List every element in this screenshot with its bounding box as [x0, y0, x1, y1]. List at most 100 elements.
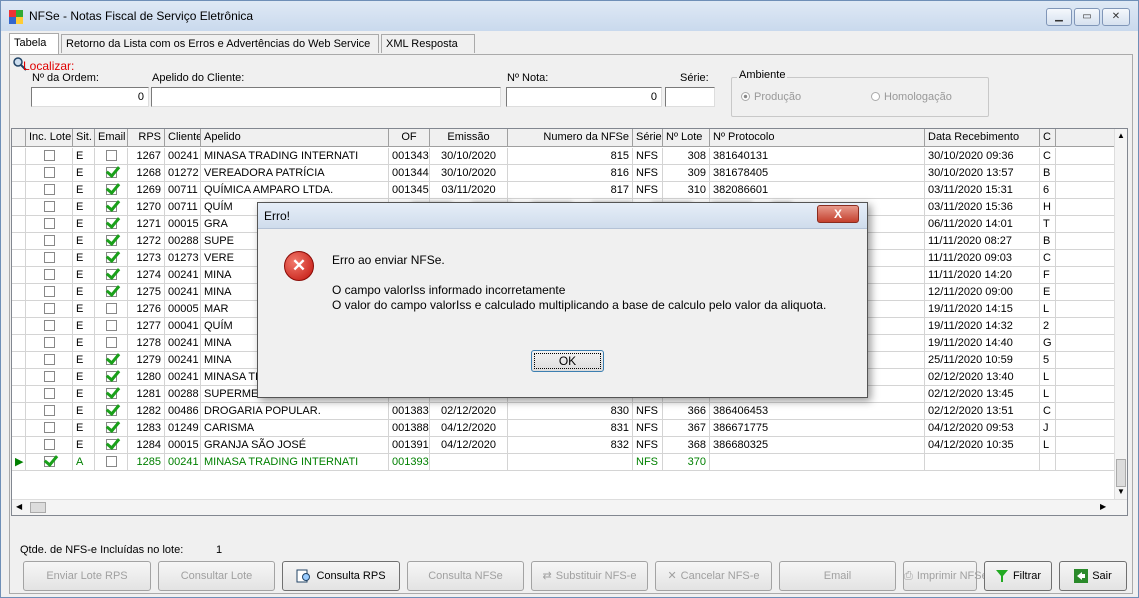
col-header-numero-nfse[interactable]: Numero da NFSe [508, 129, 633, 147]
checkbox[interactable] [43, 439, 55, 450]
col-header-email[interactable]: Email [95, 129, 128, 147]
consulta-nfse-button[interactable]: Consulta NFSe [407, 561, 524, 591]
maximize-button[interactable]: ▭ [1074, 8, 1100, 26]
col-header-sit[interactable]: Sit. [73, 129, 95, 147]
col-header-n-protocolo[interactable]: Nº Protocolo [710, 129, 925, 147]
serie-input[interactable] [665, 87, 715, 107]
checkbox[interactable] [43, 269, 55, 280]
vertical-scroll-thumb[interactable] [1116, 459, 1126, 487]
cell-cliente: 00005 [165, 301, 201, 318]
scroll-up-icon[interactable]: ▲ [1117, 131, 1125, 140]
checkbox[interactable] [43, 252, 55, 263]
col-header-rps[interactable]: RPS [128, 129, 165, 147]
table-row[interactable]: E 1283 01249 CARISMA 001388 04/12/2020 831 NFS 3… [12, 420, 1115, 437]
checkbox[interactable] [105, 269, 117, 280]
checkbox[interactable] [43, 320, 55, 331]
printer-icon: ⎙ [904, 570, 913, 583]
checkbox[interactable] [105, 388, 117, 399]
nota-input[interactable]: 0 [506, 87, 662, 107]
checkbox[interactable] [43, 150, 55, 161]
checkbox[interactable] [105, 218, 117, 229]
checkbox[interactable] [43, 388, 55, 399]
col-header-serie[interactable]: Série [633, 129, 663, 147]
checkbox[interactable] [43, 167, 55, 178]
col-header-n-lote[interactable]: Nº Lote [663, 129, 710, 147]
checkbox[interactable] [43, 405, 55, 416]
table-row[interactable]: E 1268 01272 VEREADORA PATRÍCIA 001344 30/10/… [12, 165, 1115, 182]
checkbox[interactable] [105, 235, 117, 246]
checkbox[interactable] [105, 337, 117, 348]
cell-c: 6 [1040, 182, 1056, 199]
ordem-input[interactable]: 0 [31, 87, 149, 107]
checkbox[interactable] [105, 184, 117, 195]
checkbox[interactable] [105, 286, 117, 297]
col-header-data-recebimento[interactable]: Data Recebimento [925, 129, 1040, 147]
checkbox[interactable] [43, 456, 55, 467]
checkbox[interactable] [43, 422, 55, 433]
cell-of: 001344 [389, 165, 430, 182]
checkbox[interactable] [105, 150, 117, 161]
col-header-inc-lote[interactable]: Inc. Lote [26, 129, 73, 147]
checkbox[interactable] [105, 354, 117, 365]
tab-retorno[interactable]: Retorno da Lista com os Erros e Advertên… [61, 34, 379, 53]
checkbox[interactable] [105, 456, 117, 467]
cell-sit: E [73, 148, 95, 165]
checkbox[interactable] [43, 337, 55, 348]
apelido-input[interactable] [151, 87, 501, 107]
scroll-left-icon[interactable]: ◀ [16, 502, 22, 511]
dialog-close-button[interactable]: X [817, 205, 859, 223]
table-row[interactable]: E 1267 00241 MINASA TRADING INTERNATI 001343… [12, 148, 1115, 165]
scroll-down-icon[interactable]: ▼ [1117, 487, 1125, 496]
checkbox[interactable] [105, 320, 117, 331]
col-header-apelido[interactable]: Apelido [201, 129, 389, 147]
checkbox[interactable] [105, 439, 117, 450]
radio-homologacao[interactable]: Homologação [871, 91, 952, 103]
table-row[interactable]: E 1282 00486 DROGARIA POPULAR. 001383 02/12/2… [12, 403, 1115, 420]
filtrar-button[interactable]: Filtrar [984, 561, 1052, 591]
checkbox[interactable] [43, 201, 55, 212]
checkbox[interactable] [105, 303, 117, 314]
checkbox[interactable] [43, 184, 55, 195]
col-header-of[interactable]: OF [389, 129, 430, 147]
col-header-cliente[interactable]: Cliente [165, 129, 201, 147]
tab-tabela[interactable]: Tabela [9, 33, 59, 54]
checkbox[interactable] [105, 371, 117, 382]
horizontal-scroll-thumb[interactable] [30, 502, 46, 513]
vertical-scrollbar[interactable]: ▲ ▼ [1114, 129, 1127, 499]
consultar-lote-button[interactable]: Consultar Lote [158, 561, 275, 591]
checkbox[interactable] [43, 371, 55, 382]
checkbox[interactable] [105, 252, 117, 263]
checkbox[interactable] [43, 354, 55, 365]
table-row[interactable]: ▶ A 1285 00241 MINASA TRADING INTERNATI 00139… [12, 454, 1115, 471]
cancelar-nfse-button[interactable]: ✕ Cancelar NFS-e [655, 561, 772, 591]
radio-producao[interactable]: Produção [741, 91, 801, 103]
ok-button[interactable]: OK [531, 350, 604, 372]
consulta-rps-button[interactable]: Consulta RPS [282, 561, 400, 591]
enviar-lote-button[interactable]: Enviar Lote RPS [23, 561, 151, 591]
horizontal-scrollbar[interactable]: ◀ ▶ [12, 499, 1127, 515]
checkbox[interactable] [105, 405, 117, 416]
checkbox[interactable] [105, 422, 117, 433]
radio-dot-icon [741, 92, 750, 101]
checkbox[interactable] [105, 201, 117, 212]
col-header-c[interactable]: C [1040, 129, 1056, 147]
checkbox[interactable] [43, 303, 55, 314]
sair-button[interactable]: Sair [1059, 561, 1127, 591]
cell-apelido: VEREADORA PATRÍCIA [201, 165, 389, 182]
col-header-indicator[interactable] [12, 129, 26, 147]
tab-xml-resposta[interactable]: XML Resposta [381, 34, 475, 53]
table-row[interactable]: E 1269 00711 QUÍMICA AMPARO LTDA. 001345 03/1… [12, 182, 1115, 199]
col-header-emissao[interactable]: Emissão [430, 129, 508, 147]
checkbox[interactable] [43, 218, 55, 229]
substituir-nfse-button[interactable]: ⇄ Substituir NFS-e [531, 561, 648, 591]
cell-inc-lote [26, 250, 73, 267]
email-button[interactable]: Email [779, 561, 896, 591]
checkbox[interactable] [43, 235, 55, 246]
minimize-button[interactable]: ▁ [1046, 8, 1072, 26]
close-window-button[interactable]: ✕ [1102, 8, 1130, 26]
checkbox[interactable] [105, 167, 117, 178]
scroll-right-icon[interactable]: ▶ [1100, 502, 1106, 511]
table-row[interactable]: E 1284 00015 GRANJA SÃO JOSÉ 001391 04/12/202… [12, 437, 1115, 454]
imprimir-nfse-button[interactable]: ⎙ Imprimir NFSe [903, 561, 988, 591]
checkbox[interactable] [43, 286, 55, 297]
